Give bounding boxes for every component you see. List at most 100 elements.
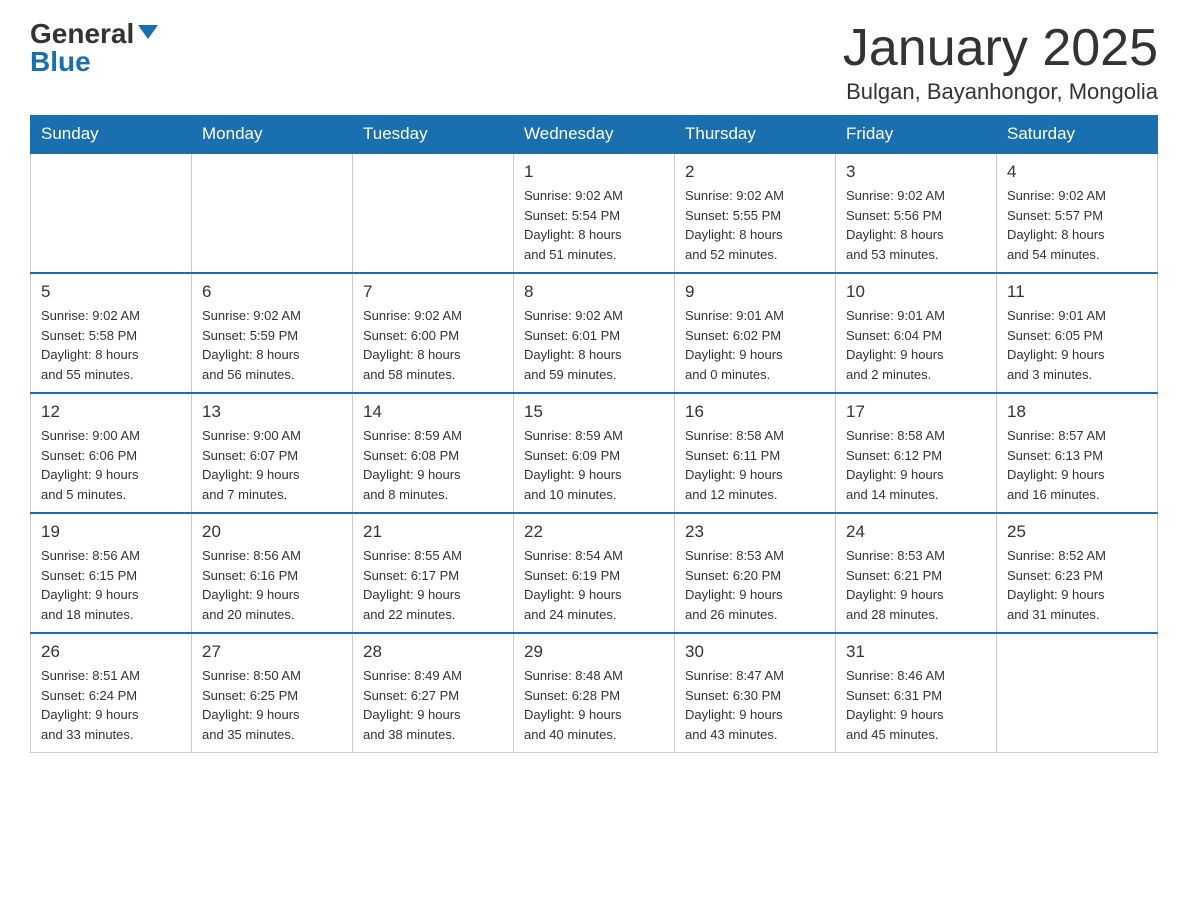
table-row: 8 Sunrise: 9:02 AM Sunset: 6:01 PM Daylig… [514,273,675,393]
table-row: 30Sunrise: 8:47 AM Sunset: 6:30 PM Dayli… [675,633,836,753]
day-info: Sunrise: 9:02 AM Sunset: 5:59 PM Dayligh… [202,306,342,384]
col-thursday: Thursday [675,116,836,154]
day-number: 14 [363,402,503,422]
day-info: Sunrise: 9:02 AM Sunset: 5:57 PM Dayligh… [1007,186,1147,264]
table-row: 2 Sunrise: 9:02 AM Sunset: 5:55 PM Daylig… [675,153,836,273]
day-info: Sunrise: 9:00 AM Sunset: 6:07 PM Dayligh… [202,426,342,504]
table-row [192,153,353,273]
table-row: 4 Sunrise: 9:02 AM Sunset: 5:57 PM Daylig… [997,153,1158,273]
day-number: 29 [524,642,664,662]
table-row: 31 Sunrise: 8:46 AM Sunset: 6:31 PM Dayli… [836,633,997,753]
table-row: 5Sunrise: 9:02 AM Sunset: 5:58 PM Daylig… [31,273,192,393]
day-number: 17 [846,402,986,422]
day-number: 23 [685,522,825,542]
calendar-week-row: 26Sunrise: 8:51 AM Sunset: 6:24 PM Dayli… [31,633,1158,753]
table-row: 28Sunrise: 8:49 AM Sunset: 6:27 PM Dayli… [353,633,514,753]
col-saturday: Saturday [997,116,1158,154]
day-number: 18 [1007,402,1147,422]
day-info: Sunrise: 8:59 AM Sunset: 6:09 PM Dayligh… [524,426,664,504]
day-number: 21 [363,522,503,542]
day-number: 3 [846,162,986,182]
day-number: 31 [846,642,986,662]
month-title: January 2025 [843,20,1158,77]
table-row: 9Sunrise: 9:01 AM Sunset: 6:02 PM Daylig… [675,273,836,393]
day-info: Sunrise: 8:46 AM Sunset: 6:31 PM Dayligh… [846,666,986,744]
logo-triangle-icon [138,25,158,39]
day-info: Sunrise: 8:53 AM Sunset: 6:21 PM Dayligh… [846,546,986,624]
table-row: 25 Sunrise: 8:52 AM Sunset: 6:23 PM Dayli… [997,513,1158,633]
day-info: Sunrise: 8:59 AM Sunset: 6:08 PM Dayligh… [363,426,503,504]
day-number: 22 [524,522,664,542]
table-row [353,153,514,273]
calendar-week-row: 5Sunrise: 9:02 AM Sunset: 5:58 PM Daylig… [31,273,1158,393]
table-row: 1 Sunrise: 9:02 AM Sunset: 5:54 PM Daylig… [514,153,675,273]
day-info: Sunrise: 9:02 AM Sunset: 5:55 PM Dayligh… [685,186,825,264]
day-info: Sunrise: 8:47 AM Sunset: 6:30 PM Dayligh… [685,666,825,744]
table-row: 20 Sunrise: 8:56 AM Sunset: 6:16 PM Dayli… [192,513,353,633]
table-row: 12 Sunrise: 9:00 AM Sunset: 6:06 PM Dayli… [31,393,192,513]
col-sunday: Sunday [31,116,192,154]
logo-blue-text: Blue [30,48,158,76]
table-row [997,633,1158,753]
day-number: 1 [524,162,664,182]
logo: General Blue [30,20,158,76]
day-number: 19 [41,522,181,542]
day-info: Sunrise: 8:57 AM Sunset: 6:13 PM Dayligh… [1007,426,1147,504]
day-number: 24 [846,522,986,542]
table-row: 16Sunrise: 8:58 AM Sunset: 6:11 PM Dayli… [675,393,836,513]
day-number: 2 [685,162,825,182]
day-info: Sunrise: 9:02 AM Sunset: 5:56 PM Dayligh… [846,186,986,264]
calendar-week-row: 19Sunrise: 8:56 AM Sunset: 6:15 PM Dayli… [31,513,1158,633]
day-info: Sunrise: 8:52 AM Sunset: 6:23 PM Dayligh… [1007,546,1147,624]
table-row: 21 Sunrise: 8:55 AM Sunset: 6:17 PM Dayli… [353,513,514,633]
col-friday: Friday [836,116,997,154]
col-monday: Monday [192,116,353,154]
day-info: Sunrise: 9:02 AM Sunset: 6:00 PM Dayligh… [363,306,503,384]
day-number: 10 [846,282,986,302]
table-row: 11Sunrise: 9:01 AM Sunset: 6:05 PM Dayli… [997,273,1158,393]
day-number: 12 [41,402,181,422]
title-section: January 2025 Bulgan, Bayanhongor, Mongol… [843,20,1158,105]
logo-general-text: General [30,20,134,48]
page-header: General Blue January 2025 Bulgan, Bayanh… [30,20,1158,105]
table-row: 24 Sunrise: 8:53 AM Sunset: 6:21 PM Dayli… [836,513,997,633]
day-info: Sunrise: 8:58 AM Sunset: 6:11 PM Dayligh… [685,426,825,504]
day-number: 8 [524,282,664,302]
day-number: 13 [202,402,342,422]
day-info: Sunrise: 8:56 AM Sunset: 6:16 PM Dayligh… [202,546,342,624]
day-info: Sunrise: 8:54 AM Sunset: 6:19 PM Dayligh… [524,546,664,624]
table-row: 29 Sunrise: 8:48 AM Sunset: 6:28 PM Dayli… [514,633,675,753]
day-info: Sunrise: 8:48 AM Sunset: 6:28 PM Dayligh… [524,666,664,744]
col-wednesday: Wednesday [514,116,675,154]
day-number: 7 [363,282,503,302]
day-info: Sunrise: 9:02 AM Sunset: 6:01 PM Dayligh… [524,306,664,384]
table-row: 10 Sunrise: 9:01 AM Sunset: 6:04 PM Dayli… [836,273,997,393]
day-number: 5 [41,282,181,302]
day-number: 26 [41,642,181,662]
day-info: Sunrise: 9:01 AM Sunset: 6:04 PM Dayligh… [846,306,986,384]
table-row: 14 Sunrise: 8:59 AM Sunset: 6:08 PM Dayli… [353,393,514,513]
day-number: 20 [202,522,342,542]
table-row: 27 Sunrise: 8:50 AM Sunset: 6:25 PM Dayli… [192,633,353,753]
day-info: Sunrise: 8:55 AM Sunset: 6:17 PM Dayligh… [363,546,503,624]
table-row [31,153,192,273]
table-row: 17 Sunrise: 8:58 AM Sunset: 6:12 PM Dayli… [836,393,997,513]
calendar-table: Sunday Monday Tuesday Wednesday Thursday… [30,115,1158,753]
day-number: 25 [1007,522,1147,542]
table-row: 19Sunrise: 8:56 AM Sunset: 6:15 PM Dayli… [31,513,192,633]
table-row: 13 Sunrise: 9:00 AM Sunset: 6:07 PM Dayli… [192,393,353,513]
day-info: Sunrise: 8:58 AM Sunset: 6:12 PM Dayligh… [846,426,986,504]
day-info: Sunrise: 8:49 AM Sunset: 6:27 PM Dayligh… [363,666,503,744]
day-info: Sunrise: 9:02 AM Sunset: 5:54 PM Dayligh… [524,186,664,264]
day-info: Sunrise: 8:53 AM Sunset: 6:20 PM Dayligh… [685,546,825,624]
day-number: 6 [202,282,342,302]
day-number: 27 [202,642,342,662]
day-number: 4 [1007,162,1147,182]
calendar-header-row: Sunday Monday Tuesday Wednesday Thursday… [31,116,1158,154]
table-row: 3 Sunrise: 9:02 AM Sunset: 5:56 PM Daylig… [836,153,997,273]
day-info: Sunrise: 8:50 AM Sunset: 6:25 PM Dayligh… [202,666,342,744]
day-number: 9 [685,282,825,302]
table-row: 6 Sunrise: 9:02 AM Sunset: 5:59 PM Daylig… [192,273,353,393]
day-info: Sunrise: 9:00 AM Sunset: 6:06 PM Dayligh… [41,426,181,504]
col-tuesday: Tuesday [353,116,514,154]
